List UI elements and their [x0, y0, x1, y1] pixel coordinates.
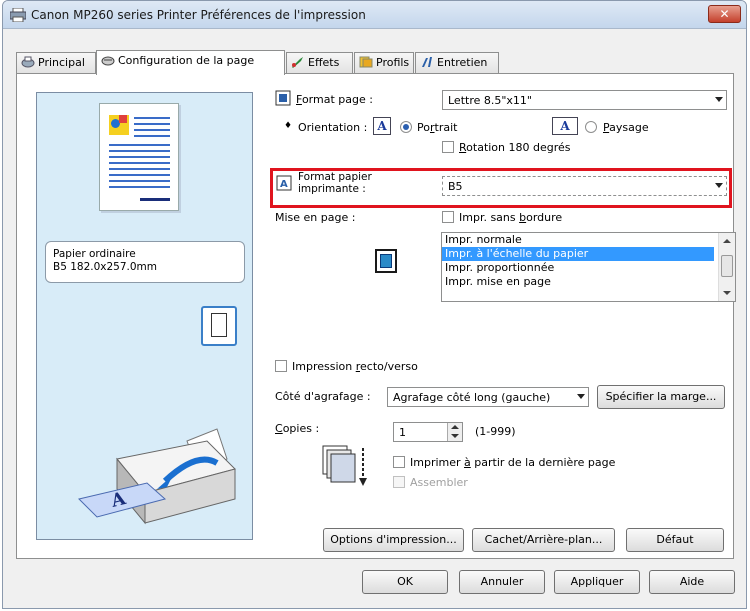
- maintenance-tab-icon: [422, 57, 432, 67]
- copies-label: Copies :: [275, 422, 320, 435]
- paper-size-icon: [201, 306, 237, 346]
- page-format-label: Format page :: [296, 93, 373, 106]
- bullet-icon: ♦: [284, 121, 293, 131]
- layout-listbox[interactable]: Impr. normale Impr. à l'échelle du papie…: [441, 232, 736, 302]
- printer-preferences-window: Canon MP260 series Printer Préférences d…: [2, 0, 747, 609]
- reverse-order-checkbox[interactable]: [393, 456, 405, 468]
- borderless-label: Impr. sans bordure: [459, 211, 563, 224]
- list-item[interactable]: Impr. proportionnée: [442, 261, 714, 275]
- page-format-icon: [275, 90, 291, 106]
- list-item[interactable]: Impr. mise en page: [442, 275, 714, 289]
- tab-page-setup[interactable]: Configuration de la page: [96, 50, 285, 75]
- scroll-down-icon[interactable]: [723, 291, 731, 295]
- page-format-value: Lettre 8.5"x11": [448, 94, 532, 107]
- stapling-side-dropdown[interactable]: Agrafage côté long (gauche): [387, 387, 589, 407]
- print-options-button[interactable]: Options d'impression...: [323, 528, 464, 552]
- media-info-box: Papier ordinaire B5 182.0x257.0mm: [45, 241, 245, 283]
- borderless-checkbox[interactable]: [442, 211, 454, 223]
- tab-maintenance[interactable]: Entretien: [415, 52, 499, 73]
- portrait-orientation-icon: A: [373, 117, 391, 135]
- printer-illustration-icon: A: [78, 428, 236, 525]
- tab-label: Profils: [376, 56, 410, 69]
- tab-profiles[interactable]: Profils: [354, 52, 414, 73]
- ok-button[interactable]: OK: [362, 570, 448, 594]
- reverse-order-label: Imprimer à partir de la dernière page: [410, 456, 616, 469]
- stamp-background-button[interactable]: Cachet/Arrière-plan...: [472, 528, 615, 552]
- tab-label: Configuration de la page: [118, 54, 255, 67]
- tab-label: Entretien: [437, 56, 488, 69]
- copies-stack-icon: [322, 445, 367, 486]
- duplex-checkbox[interactable]: [275, 360, 287, 372]
- scroll-thumb[interactable]: [721, 255, 733, 277]
- tab-label: Effets: [308, 56, 340, 69]
- layout-preview-icon: [375, 249, 397, 273]
- copies-value: 1: [399, 426, 406, 439]
- tab-effects[interactable]: Effets: [286, 52, 353, 73]
- list-item[interactable]: Impr. normale: [442, 233, 714, 247]
- title-bar: Canon MP260 series Printer Préférences d…: [3, 1, 746, 29]
- scroll-up-icon[interactable]: [723, 239, 731, 243]
- preview-image-icon: [109, 115, 129, 135]
- layout-label: Mise en page :: [275, 211, 356, 224]
- cancel-button[interactable]: Annuler: [459, 570, 545, 594]
- landscape-radio[interactable]: [585, 121, 597, 133]
- print-preview: Papier ordinaire B5 182.0x257.0mm A: [36, 92, 253, 540]
- collate-label: Assembler: [410, 476, 468, 489]
- copies-spinner[interactable]: 1: [393, 422, 463, 442]
- media-type: Papier ordinaire: [53, 248, 136, 260]
- spinner-arrows-icon[interactable]: [447, 423, 462, 441]
- close-button[interactable]: ✕: [708, 5, 741, 23]
- highlight-frame: [270, 168, 732, 208]
- page-format-dropdown[interactable]: Lettre 8.5"x11": [442, 90, 727, 110]
- list-item-selected[interactable]: Impr. à l'échelle du papier: [442, 247, 714, 261]
- page-setup-panel: Papier ordinaire B5 182.0x257.0mm A Form…: [16, 73, 736, 559]
- copies-range: (1-999): [475, 425, 516, 438]
- landscape-orientation-icon: A: [552, 117, 578, 135]
- tab-label: Principal: [38, 56, 85, 69]
- specify-margin-button[interactable]: Spécifier la marge...: [597, 385, 725, 409]
- landscape-label: Paysage: [603, 121, 649, 134]
- effects-tab-icon: [292, 57, 303, 68]
- stapling-side-label: Côté d'agrafage :: [275, 390, 371, 403]
- apply-button[interactable]: Appliquer: [554, 570, 640, 594]
- printer-app-icon: [10, 8, 26, 22]
- tab-principal[interactable]: Principal: [16, 52, 96, 73]
- portrait-radio[interactable]: [400, 121, 412, 133]
- rotate-180-label: Rotation 180 degrés: [459, 141, 571, 154]
- page-setup-tab-icon: [101, 56, 115, 66]
- preview-page-sheet: [99, 103, 179, 211]
- collate-checkbox[interactable]: [393, 476, 405, 488]
- duplex-label: Impression recto/verso: [292, 360, 418, 373]
- stapling-side-value: Agrafage côté long (gauche): [393, 391, 551, 404]
- media-size: B5 182.0x257.0mm: [53, 261, 158, 273]
- listbox-scrollbar[interactable]: [718, 233, 735, 301]
- help-button[interactable]: Aide: [649, 570, 735, 594]
- chevron-down-icon: [715, 97, 723, 102]
- defaults-button[interactable]: Défaut: [626, 528, 724, 552]
- orientation-label: Orientation :: [298, 121, 368, 134]
- profiles-tab-icon: [359, 56, 373, 68]
- rotate-180-checkbox[interactable]: [442, 141, 454, 153]
- portrait-label: Portrait: [417, 121, 458, 134]
- separator: [274, 350, 724, 351]
- principal-tab-icon: [21, 56, 35, 68]
- window-title: Canon MP260 series Printer Préférences d…: [31, 8, 366, 22]
- chevron-down-icon: [577, 394, 585, 399]
